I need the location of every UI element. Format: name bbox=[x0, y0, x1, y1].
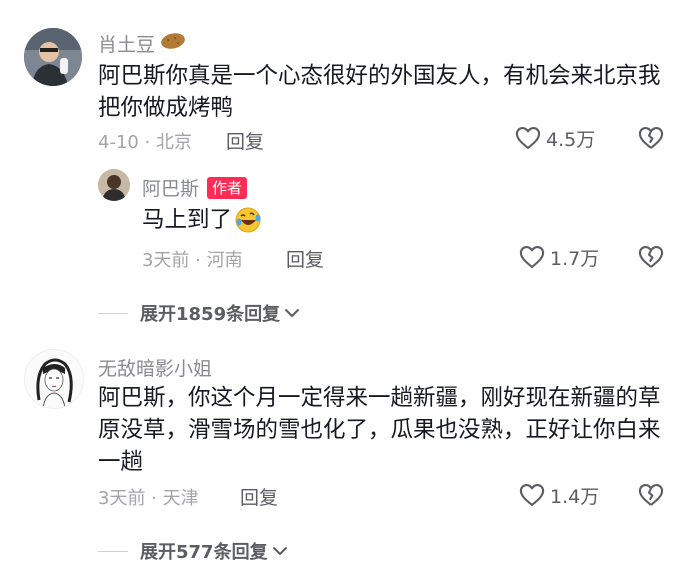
comment-meta: 3天前 · 天津 bbox=[98, 488, 199, 509]
chevron-down-icon bbox=[284, 303, 300, 324]
potato-icon bbox=[160, 32, 186, 55]
reply-username[interactable]: 阿巴斯 作者 bbox=[142, 174, 248, 201]
divider bbox=[98, 550, 128, 552]
reply-button[interactable]: 回复 bbox=[240, 483, 278, 510]
like-count: 1.4万 bbox=[550, 485, 600, 508]
dislike-broken-heart-icon[interactable] bbox=[637, 481, 665, 509]
like-button[interactable]: 1.4万 bbox=[518, 481, 599, 509]
comment-username[interactable]: 肖土豆 bbox=[98, 30, 186, 57]
like-count: 1.7万 bbox=[550, 247, 600, 270]
like-button[interactable]: 4.5万 bbox=[514, 124, 595, 152]
divider bbox=[98, 312, 128, 314]
rolling-laughing-emoji-icon bbox=[234, 206, 262, 234]
like-count: 4.5万 bbox=[546, 128, 596, 151]
heart-icon bbox=[514, 124, 542, 152]
author-badge: 作者 bbox=[207, 176, 248, 199]
avatar[interactable] bbox=[98, 169, 130, 201]
comment-username[interactable]: 无敌暗影小姐 bbox=[98, 354, 212, 381]
comment-text: 阿巴斯，你这个月一定得来一趟新疆，刚好现在新疆的草原没草，滑雪场的雪也化了，瓜果… bbox=[98, 385, 661, 475]
dislike-broken-heart-icon[interactable] bbox=[637, 243, 665, 271]
reply-button[interactable]: 回复 bbox=[226, 127, 264, 154]
comment-text: 阿巴斯你真是一个心态很好的外国友人，有机会来北京我把你做成烤鸭 bbox=[98, 63, 661, 121]
reply-text: 马上到了 bbox=[142, 204, 262, 236]
avatar[interactable] bbox=[24, 349, 84, 409]
comment-meta: 4-10 · 北京 bbox=[98, 132, 193, 153]
heart-icon bbox=[518, 243, 546, 271]
avatar[interactable] bbox=[24, 28, 82, 86]
reply-meta: 3天前 · 河南 bbox=[142, 250, 243, 271]
expand-replies-button[interactable]: 展开1859条回复 bbox=[98, 300, 300, 326]
like-button[interactable]: 1.7万 bbox=[518, 243, 599, 271]
heart-icon bbox=[518, 481, 546, 509]
dislike-broken-heart-icon[interactable] bbox=[637, 124, 665, 152]
reply-button[interactable]: 回复 bbox=[286, 245, 324, 272]
chevron-down-icon bbox=[272, 541, 288, 562]
expand-replies-button[interactable]: 展开577条回复 bbox=[98, 538, 288, 564]
